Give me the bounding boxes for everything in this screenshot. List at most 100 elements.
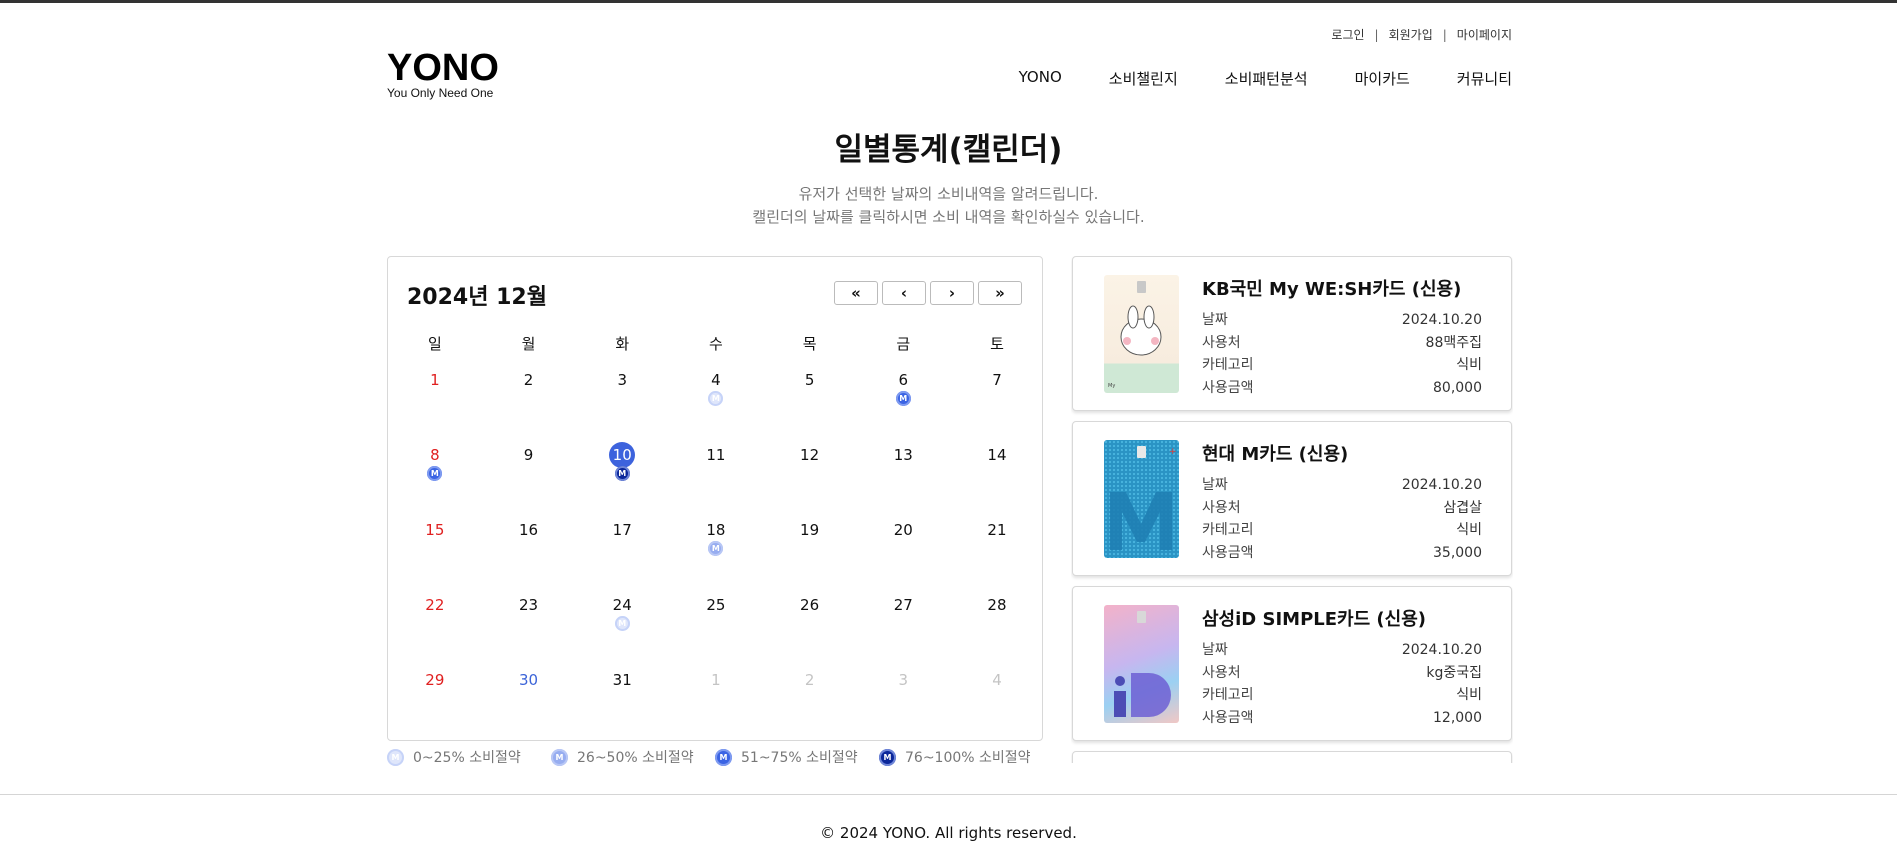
detail-value: kg중국집 xyxy=(1426,664,1482,681)
calendar-day[interactable]: 14 xyxy=(950,445,1044,520)
legend-label: 76~100% 소비절약 xyxy=(905,750,1031,766)
day-number: 11 xyxy=(706,446,726,464)
calendar-day[interactable]: 1 xyxy=(388,370,482,445)
calendar-day[interactable]: 28 xyxy=(950,595,1044,670)
weekday-label: 목 xyxy=(802,335,817,353)
calendar-day[interactable]: 13 xyxy=(856,445,950,520)
calendar-week: 29 30 31 1 2 3 4 xyxy=(388,670,1044,745)
calendar-day[interactable]: 4M xyxy=(669,370,763,445)
calendar-day[interactable]: 12 xyxy=(763,445,857,520)
detail-label: 카테고리 xyxy=(1202,522,1254,538)
next-month-button[interactable]: › xyxy=(930,281,974,305)
calendar-day[interactable]: 7 xyxy=(950,370,1044,445)
next-year-button[interactable]: » xyxy=(978,281,1022,305)
detail-row-date: 날짜 2024.10.20 xyxy=(1202,309,1482,332)
detail-value: 80,000 xyxy=(1433,379,1482,396)
legend-label: 26~50% 소비절약 xyxy=(577,750,694,766)
day-number: 4 xyxy=(711,371,721,389)
calendar-day[interactable]: 24 M xyxy=(575,595,669,670)
calendar-day[interactable]: 21 xyxy=(950,520,1044,595)
detail-value: 2024.10.20 xyxy=(1401,642,1482,658)
calendar-day[interactable]: 5 xyxy=(763,370,857,445)
card-usage-item[interactable] xyxy=(1072,751,1512,763)
calendar-day[interactable]: 30 xyxy=(482,670,576,745)
card-usage-list: My KB국민 My WE:SH카드 (신용) 날짜 2024.10.20 사용처 88맥… xyxy=(1071,256,1513,763)
card-usage-item[interactable]: 삼성iD SIMPLE카드 (신용) 날짜 2024.10.20 사용처 kg중국집 카테… xyxy=(1072,586,1512,741)
detail-label: 카테고리 xyxy=(1202,357,1254,373)
nav-item-mycard[interactable]: 마이카드 xyxy=(1355,68,1410,89)
legend-label: 0~25% 소비절약 xyxy=(413,750,521,766)
calendar-day[interactable]: 9 xyxy=(482,445,576,520)
day-number: 17 xyxy=(612,521,632,539)
card-usage-item[interactable]: + 현대 M카드 (신용) 날짜 2024.10.20 사용처 삼겹살 카테고리 식비 사용금액… xyxy=(1072,421,1512,576)
utility-links: 로그인 | 회원가입 | 마이페이지 xyxy=(1331,26,1512,43)
card-details: 날짜 2024.10.20 사용처 삼겹살 카테고리 식비 사용금액 35,000 xyxy=(1202,474,1482,564)
savings-level-badge: M xyxy=(614,466,630,481)
savings-level-badge: M xyxy=(895,391,911,406)
detail-row-place: 사용처 삼겹살 xyxy=(1202,497,1482,520)
calendar-day[interactable]: 20 xyxy=(856,520,950,595)
signup-link[interactable]: 회원가입 xyxy=(1389,26,1433,43)
day-number: 2 xyxy=(804,671,815,689)
logo-tagline: You Only Need One xyxy=(387,86,494,100)
detail-row-category: 카테고리 식비 xyxy=(1202,519,1482,542)
nav-item-challenge[interactable]: 소비챌린지 xyxy=(1109,68,1178,89)
calendar-day[interactable]: 22 xyxy=(388,595,482,670)
prev-month-button[interactable]: ‹ xyxy=(882,281,926,305)
calendar-day[interactable]: 18 M xyxy=(669,520,763,595)
card-name: KB국민 My WE:SH카드 (신용) xyxy=(1202,279,1462,300)
calendar-day[interactable]: 8M xyxy=(388,445,482,520)
calendar-day[interactable]: 6M xyxy=(856,370,950,445)
calendar-day[interactable]: 3 xyxy=(575,370,669,445)
calendar-nav: « ‹ › » xyxy=(834,281,1022,305)
svg-text:+: + xyxy=(1169,447,1177,457)
card-image: + xyxy=(1104,440,1179,558)
day-number: 23 xyxy=(518,596,539,614)
calendar-day[interactable]: 29 xyxy=(388,670,482,745)
detail-label: 사용금액 xyxy=(1202,709,1254,726)
day-number: 3 xyxy=(617,371,627,389)
calendar-day[interactable]: 10 M xyxy=(575,442,669,520)
nav-item-community[interactable]: 커뮤니티 xyxy=(1457,68,1512,89)
day-number: 25 xyxy=(706,596,726,614)
mypage-link[interactable]: 마이페이지 xyxy=(1457,26,1512,43)
calendar-day: 2 xyxy=(763,670,857,745)
card-usage-item[interactable]: My KB국민 My WE:SH카드 (신용) 날짜 2024.10.20 사용처 88맥… xyxy=(1072,256,1512,411)
calendar-day[interactable]: 26 xyxy=(763,595,857,670)
card-image: My xyxy=(1104,275,1179,393)
nav-item-pattern[interactable]: 소비패턴분석 xyxy=(1225,68,1308,89)
savings-level-badge: M xyxy=(427,466,443,481)
calendar-day[interactable]: 19 xyxy=(763,520,857,595)
weekday-label: 월 xyxy=(521,335,536,353)
calendar-day[interactable]: 11 xyxy=(669,445,763,520)
savings-level-badge: M xyxy=(708,391,724,406)
day-number: 18 xyxy=(706,521,726,539)
calendar-day[interactable]: 2 xyxy=(482,370,576,445)
nav-item-yono[interactable]: YONO xyxy=(1019,68,1062,89)
day-number: 1 xyxy=(711,671,721,689)
calendar-day[interactable]: 17 xyxy=(575,520,669,595)
detail-value: 2024.10.20 xyxy=(1401,477,1482,493)
day-number: 28 xyxy=(987,596,1007,614)
detail-value: 식비 xyxy=(1456,357,1482,373)
main-nav: YONO 소비챌린지 소비패턴분석 마이카드 커뮤니티 xyxy=(972,68,1512,89)
legend-item: M 51~75% 소비절약 xyxy=(715,747,879,767)
prev-year-button[interactable]: « xyxy=(834,281,878,305)
calendar-week: 22 23 24 M 25 26 27 28 xyxy=(388,595,1044,670)
day-number: 6 xyxy=(898,371,909,389)
legend-badge: M xyxy=(551,748,568,766)
calendar-day[interactable]: 31 xyxy=(575,670,669,745)
calendar-day[interactable]: 25 xyxy=(669,595,763,670)
login-link[interactable]: 로그인 xyxy=(1331,26,1364,43)
calendar-day[interactable]: 27 xyxy=(856,595,950,670)
detail-row-category: 카테고리 식비 xyxy=(1202,684,1482,707)
calendar: 2024년 12월 « ‹ › » 일 월 화 수 목 금 토 1234M56M… xyxy=(387,256,1043,741)
logo[interactable]: YONO You Only Need One xyxy=(387,49,499,100)
calendar-day[interactable]: 23 xyxy=(482,595,576,670)
legend-badge: M xyxy=(387,748,404,766)
detail-label: 날짜 xyxy=(1202,642,1228,658)
savings-legend: M 0~25% 소비절약 M 26~50% 소비절약 M 51~75% 소비절약 M 76~1… xyxy=(387,747,1043,767)
calendar-day[interactable]: 15 xyxy=(388,520,482,595)
calendar-day[interactable]: 16 xyxy=(482,520,576,595)
calendar-month-title: 2024년 12월 xyxy=(407,285,547,310)
